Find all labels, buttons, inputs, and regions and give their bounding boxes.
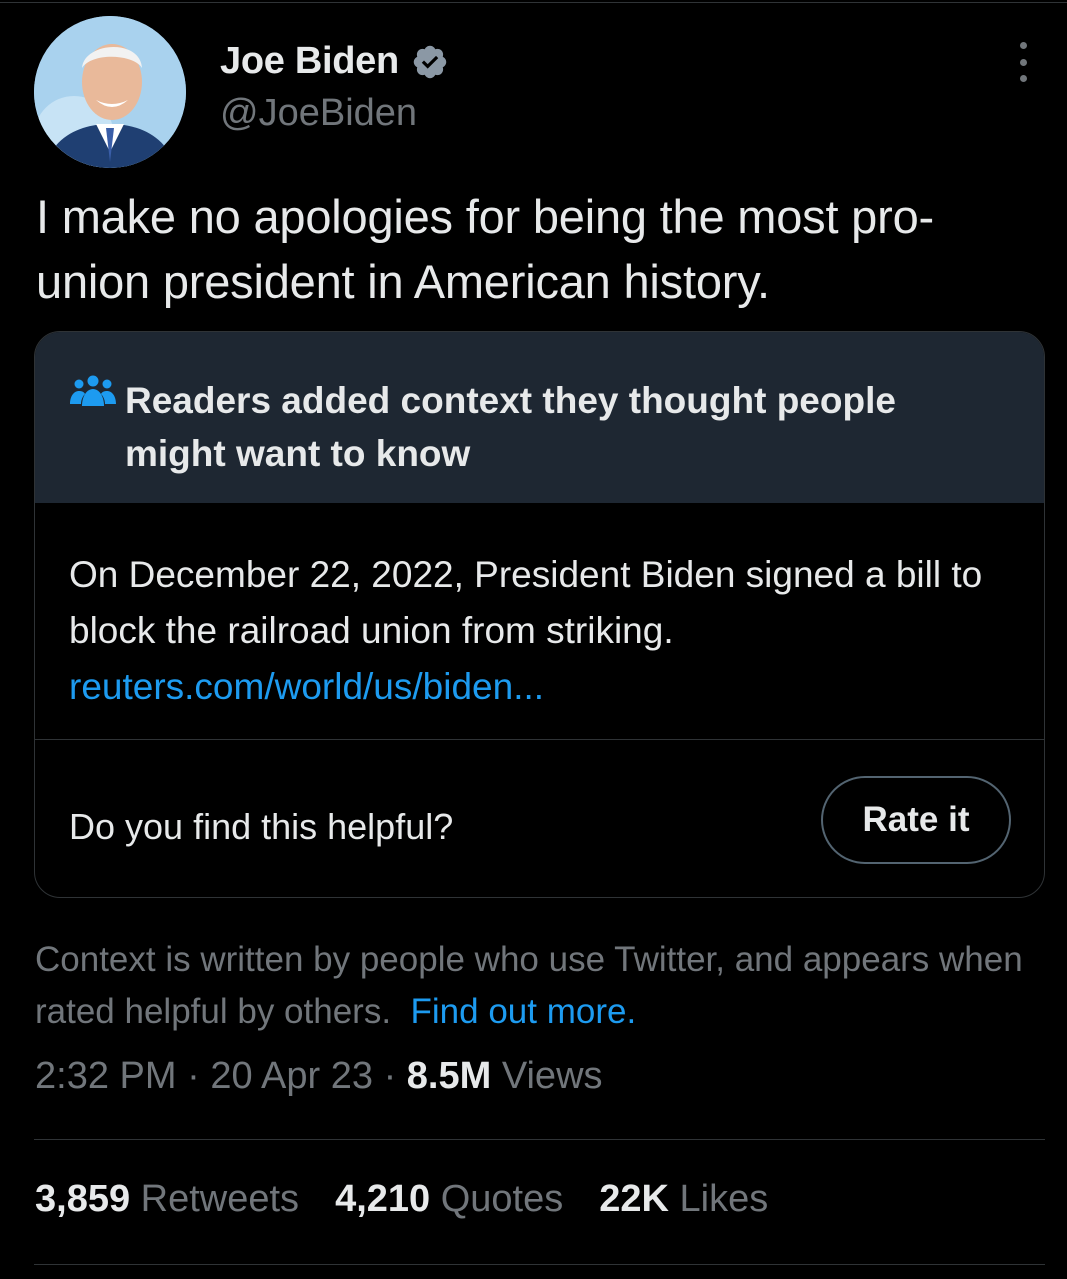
community-note-text: On December 22, 2022, President Biden si… (69, 554, 983, 651)
avatar-image (34, 16, 186, 168)
engagement-stats: 3,859 Retweets 4,210 Quotes 22K Likes (35, 1178, 804, 1221)
stats-bottom-divider (34, 1264, 1045, 1265)
find-out-more-link[interactable]: Find out more. (411, 992, 637, 1031)
community-note-link[interactable]: reuters.com/world/us/biden... (69, 659, 1029, 715)
author-handle[interactable]: @JoeBiden (220, 92, 417, 135)
verified-badge-icon[interactable] (411, 43, 449, 81)
meta-separator: · (383, 1055, 397, 1097)
tweet-text: I make no apologies for being the most p… (36, 190, 934, 308)
more-options-icon[interactable] (1006, 42, 1040, 82)
views-count: 8.5M (406, 1055, 492, 1097)
stats-top-divider (34, 1139, 1045, 1140)
tweet-time[interactable]: 2:32 PM (35, 1055, 177, 1097)
community-note-body: On December 22, 2022, President Biden si… (35, 503, 1044, 740)
display-name[interactable]: Joe Biden (220, 40, 399, 83)
community-note-header: Readers added context they thought peopl… (35, 332, 1044, 503)
avatar[interactable] (34, 16, 186, 168)
community-note-footer: Do you find this helpful? Rate it (35, 740, 1044, 897)
likes-stat[interactable]: 22K Likes (599, 1178, 768, 1221)
context-info: Context is written by people who use Twi… (35, 934, 1045, 1038)
helpful-question: Do you find this helpful? (69, 806, 454, 847)
tweet-date[interactable]: 20 Apr 23 (210, 1055, 373, 1097)
meta-separator: · (187, 1055, 200, 1097)
views-label: Views (501, 1055, 603, 1097)
community-note-title: Readers added context they thought peopl… (125, 380, 896, 474)
tweet-meta: 2:32 PM · 20 Apr 23 · 8.5M Views (35, 1055, 603, 1098)
top-divider (0, 2, 1067, 3)
retweets-stat[interactable]: 3,859 Retweets (35, 1178, 299, 1221)
community-note: Readers added context they thought peopl… (34, 331, 1045, 898)
quotes-stat[interactable]: 4,210 Quotes (335, 1178, 563, 1221)
people-icon (70, 375, 116, 406)
rate-it-button[interactable]: Rate it (821, 776, 1011, 864)
